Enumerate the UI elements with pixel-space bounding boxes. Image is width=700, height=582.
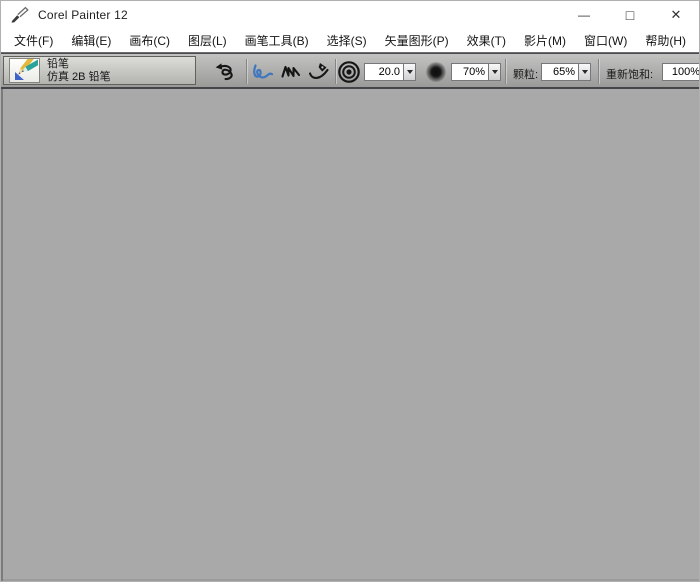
brush-category-button[interactable] bbox=[9, 58, 40, 83]
window-controls: — □ ✕ bbox=[561, 1, 699, 29]
brush-size-icon bbox=[337, 60, 361, 84]
brush-selector[interactable]: 铅笔 仿真 2B 铅笔 bbox=[3, 56, 196, 85]
toolbar-separator bbox=[335, 59, 336, 84]
resaturation-field bbox=[662, 63, 700, 81]
brush-category-label: 铅笔 bbox=[47, 58, 111, 71]
grain-input[interactable] bbox=[541, 63, 578, 81]
freehand-stroke-icon bbox=[251, 60, 275, 84]
freehand-stroke-button[interactable] bbox=[249, 58, 277, 86]
menu-item-window[interactable]: 窗口(W) bbox=[575, 28, 636, 53]
straight-line-stroke-icon bbox=[279, 60, 303, 84]
brush-variant-label: 仿真 2B 铅笔 bbox=[47, 71, 111, 84]
brush-selector-labels: 铅笔 仿真 2B 铅笔 bbox=[47, 58, 111, 84]
title-bar: Corel Painter 12 — □ ✕ bbox=[1, 1, 699, 29]
brush-property-bar: 铅笔 仿真 2B 铅笔 bbox=[1, 53, 699, 89]
opacity-icon bbox=[426, 62, 446, 82]
minimize-button[interactable]: — bbox=[561, 1, 607, 29]
toolbar-separator bbox=[505, 59, 506, 84]
opacity-dropdown-button[interactable] bbox=[488, 63, 501, 81]
opacity-input[interactable] bbox=[451, 63, 488, 81]
stroke-preview-button[interactable] bbox=[211, 58, 239, 86]
canvas-workspace bbox=[1, 89, 699, 582]
straight-line-stroke-button[interactable] bbox=[277, 58, 305, 86]
menu-item-file[interactable]: 文件(F) bbox=[5, 28, 62, 53]
resaturation-input[interactable] bbox=[662, 63, 700, 81]
resaturation-label: 重新饱和: bbox=[606, 66, 653, 82]
close-button[interactable]: ✕ bbox=[653, 1, 699, 29]
toolbar-separator bbox=[598, 59, 599, 84]
stroke-preview-icon bbox=[213, 60, 237, 84]
menu-item-shapes[interactable]: 矢量图形(P) bbox=[376, 28, 458, 53]
app-brush-icon bbox=[10, 5, 32, 25]
menu-item-brushes[interactable]: 画笔工具(B) bbox=[236, 28, 318, 53]
menu-item-effects[interactable]: 效果(T) bbox=[458, 28, 515, 53]
maximize-button[interactable]: □ bbox=[607, 1, 653, 29]
grain-label: 颗粒: bbox=[513, 66, 538, 82]
brush-calibration-icon bbox=[307, 60, 331, 84]
application-window: Corel Painter 12 — □ ✕ 文件(F) 编辑(E) 画布(C)… bbox=[0, 0, 700, 582]
toolbar-separator bbox=[246, 59, 247, 84]
opacity-field bbox=[451, 63, 501, 81]
grain-field bbox=[541, 63, 591, 81]
menu-item-help[interactable]: 帮助(H) bbox=[636, 28, 695, 53]
pencils-icon bbox=[12, 59, 38, 82]
size-dropdown-button[interactable] bbox=[403, 63, 416, 81]
menu-item-edit[interactable]: 编辑(E) bbox=[62, 28, 120, 53]
menu-item-movie[interactable]: 影片(M) bbox=[515, 28, 575, 53]
menu-bar: 文件(F) 编辑(E) 画布(C) 图层(L) 画笔工具(B) 选择(S) 矢量… bbox=[1, 29, 699, 53]
size-input[interactable] bbox=[364, 63, 403, 81]
window-title: Corel Painter 12 bbox=[38, 8, 128, 22]
menu-item-canvas[interactable]: 画布(C) bbox=[120, 28, 179, 53]
menu-item-select[interactable]: 选择(S) bbox=[318, 28, 376, 53]
grain-dropdown-button[interactable] bbox=[578, 63, 591, 81]
menu-item-layers[interactable]: 图层(L) bbox=[179, 28, 236, 53]
brush-calibration-button[interactable] bbox=[305, 58, 333, 86]
size-field bbox=[364, 63, 416, 81]
